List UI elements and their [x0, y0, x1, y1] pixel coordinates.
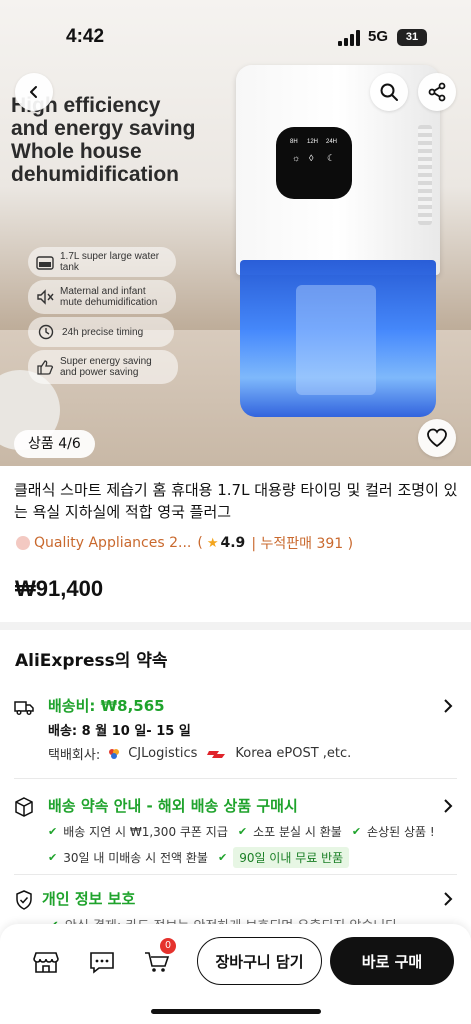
- search-button[interactable]: [370, 73, 408, 111]
- shipping-fee[interactable]: 배송비: ₩8,565: [48, 695, 165, 716]
- truck-icon: [14, 701, 34, 715]
- home-indicator: [151, 1009, 321, 1014]
- feature-mute: Maternal and infant mute dehumidificatio…: [28, 280, 176, 314]
- dehumidifier-product: 8H 12H 24H ☼ ◊ ☾: [236, 65, 440, 417]
- guarantee-list: ✔ 30일 내 미배송 시 전액 환불 ✔ 90일 이내 무료 반품: [48, 847, 359, 868]
- star-icon: ★: [206, 535, 219, 551]
- guarantee-list: ✔ 배송 지연 시 ₩1,300 쿠폰 지급 ✔ 소포 분실 시 환불 ✔ 손상된 상…: [48, 823, 445, 840]
- mute-icon: [36, 288, 54, 306]
- moon-icon: ☾: [327, 153, 336, 163]
- cj-logo-icon: [109, 748, 120, 759]
- chevron-left-icon: [30, 86, 37, 98]
- check-icon: ✔: [351, 825, 362, 838]
- water-tank-icon: [36, 253, 54, 271]
- add-to-cart-button[interactable]: 장바구니 담기: [197, 937, 322, 985]
- product-price: ₩91,400: [15, 576, 104, 601]
- carrier-cj: CJLogistics: [128, 746, 198, 761]
- light-icon: ☼: [292, 153, 301, 163]
- check-icon: ✔: [48, 851, 58, 864]
- shield-icon: [16, 890, 32, 910]
- image-counter: 상품 4/6: [14, 430, 95, 458]
- promise-section-title: AliExpress의 약속: [15, 651, 168, 671]
- network-type: 5G: [368, 28, 389, 45]
- share-button[interactable]: [418, 73, 456, 111]
- list-item: ✔ 소포 분실 시 환불: [237, 825, 342, 839]
- headline-line: and energy saving: [11, 117, 196, 140]
- korea-post-logo-icon: [207, 750, 226, 758]
- rating-open-paren: (: [197, 535, 203, 551]
- device-vent: [418, 125, 432, 225]
- list-item: ✔ 배송 지연 시 ₩1,300 쿠폰 지급: [48, 825, 228, 839]
- store-icon[interactable]: [33, 950, 59, 974]
- chevron-right-icon[interactable]: [443, 699, 453, 713]
- signal-icon: [338, 30, 360, 46]
- privacy-title[interactable]: 개인 정보 보호: [42, 888, 135, 909]
- store-info[interactable]: Quality Appliances 2... ( ★ 4.9 | 누적판매 3…: [16, 533, 353, 553]
- headline-line: Whole house: [11, 140, 142, 163]
- share-icon: [428, 82, 446, 102]
- chat-icon[interactable]: [89, 950, 115, 974]
- carrier-korea-post: Korea ePOST ,etc.: [235, 746, 352, 761]
- section-divider: [0, 622, 471, 630]
- check-icon: ✔: [237, 825, 248, 838]
- thumbs-up-icon: [36, 358, 54, 376]
- store-name[interactable]: Quality Appliances 2...: [34, 535, 191, 551]
- droplet-icon: ◊: [309, 153, 314, 163]
- back-button[interactable]: [15, 73, 53, 111]
- cart-count-badge: 0: [160, 938, 176, 954]
- battery-icon: 31: [397, 29, 427, 46]
- status-bar: 4:42 5G 31: [0, 0, 471, 74]
- list-item: ✔ 90일 이내 무료 반품: [217, 847, 350, 868]
- product-title: 클래식 스마트 제습기 홈 휴대용 1.7L 대용량 타이밍 및 컬러 조명이 …: [14, 481, 458, 521]
- chevron-right-icon[interactable]: [443, 892, 453, 906]
- buy-now-button[interactable]: 바로 구매: [330, 937, 454, 985]
- feature-timer: 24h precise timing: [28, 317, 174, 347]
- status-time: 4:42: [66, 26, 105, 47]
- device-tank-inner: [296, 285, 376, 395]
- check-icon: ✔: [48, 825, 58, 838]
- sales-count: | 누적판매 391 ): [251, 536, 354, 552]
- row-divider: [14, 874, 457, 875]
- store-logo-icon: [16, 536, 30, 550]
- package-icon: [15, 797, 33, 817]
- timer-icon: [36, 323, 56, 341]
- delivery-guarantee-title[interactable]: 배송 약속 안내 - 해외 배송 상품 구매시: [48, 795, 298, 816]
- feature-energy-saving: Super energy saving and power saving: [28, 350, 178, 384]
- carrier-label: 택배회사:: [48, 748, 101, 763]
- search-icon: [380, 83, 398, 101]
- row-divider: [14, 778, 457, 779]
- list-item: ✔ 30일 내 미배송 시 전액 환불: [48, 851, 208, 865]
- feature-water-tank: 1.7L super large water tank: [28, 247, 176, 277]
- heart-icon: [427, 428, 447, 448]
- shipping-date: 배송: 8 월 10 일- 15 일: [48, 724, 191, 739]
- chevron-right-icon[interactable]: [443, 799, 453, 813]
- check-icon: ✔: [217, 851, 228, 864]
- device-control-panel: 8H 12H 24H ☼ ◊ ☾: [276, 127, 352, 199]
- headline-line: dehumidification: [11, 163, 179, 186]
- carrier-info: 택배회사: CJLogistics Korea ePOST ,etc.: [48, 744, 351, 763]
- list-item: ✔ 손상된 상품 !: [351, 825, 435, 839]
- rating-value: 4.9: [220, 535, 246, 551]
- wishlist-button[interactable]: [418, 419, 456, 457]
- free-return-badge: 90일 이내 무료 반품: [233, 847, 350, 868]
